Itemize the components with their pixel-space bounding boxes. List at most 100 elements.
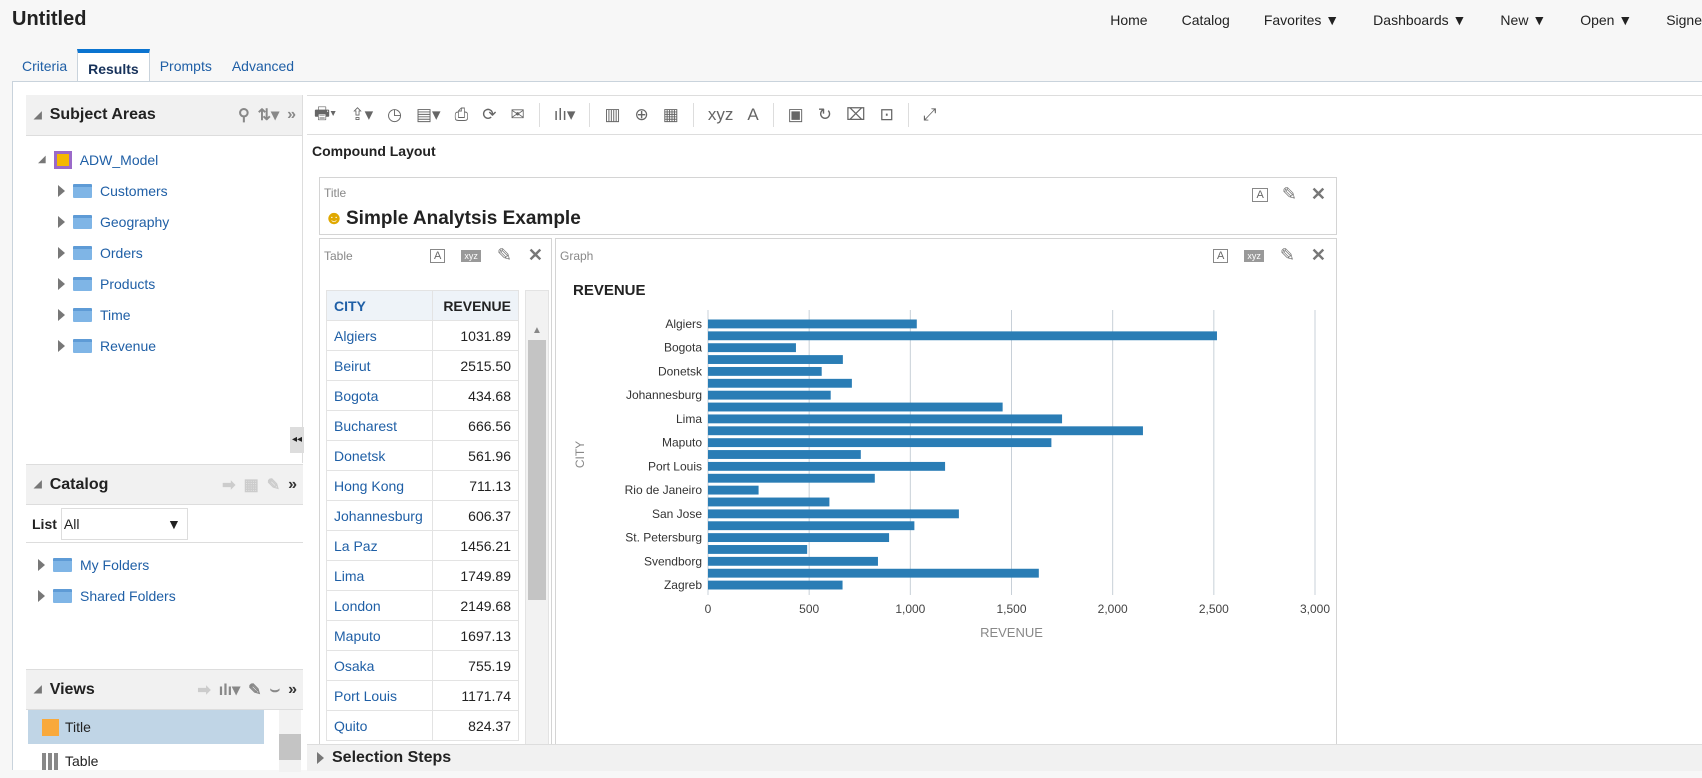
city-cell[interactable]: Hong Kong: [326, 470, 433, 501]
bar[interactable]: [708, 355, 843, 364]
bar[interactable]: [708, 426, 1143, 436]
refresh-icon[interactable]: ⟳: [482, 105, 496, 125]
tab-advanced[interactable]: Advanced: [222, 54, 304, 82]
bar[interactable]: [708, 414, 1063, 424]
expand-panel-icon[interactable]: »: [287, 106, 296, 124]
pencil-icon[interactable]: ✎: [497, 245, 512, 266]
add-table-icon[interactable]: ▦: [663, 105, 679, 125]
tab-criteria[interactable]: Criteria: [12, 54, 77, 82]
bar[interactable]: [708, 473, 875, 483]
selection-steps-bar[interactable]: Selection Steps: [307, 744, 1702, 771]
add-step-icon[interactable]: ▥: [604, 105, 620, 125]
new-view-icon[interactable]: ılı▾: [219, 680, 240, 700]
list-select[interactable]: All ▼: [60, 507, 188, 540]
tree-item[interactable]: Customers: [38, 175, 302, 206]
close-icon[interactable]: ✕: [528, 245, 543, 266]
expand-icon[interactable]: [38, 558, 45, 571]
format-view-icon[interactable]: xyz: [461, 249, 481, 262]
bar[interactable]: [708, 533, 890, 543]
remove-icon[interactable]: ⌧: [846, 105, 866, 125]
tree-item[interactable]: Time: [38, 299, 302, 330]
view-item[interactable]: Title: [28, 710, 264, 744]
tree-item[interactable]: Revenue: [38, 330, 302, 361]
chart-icon[interactable]: ⤢: [923, 105, 937, 125]
schedule-icon[interactable]: ◷: [387, 105, 402, 125]
expand-icon[interactable]: [58, 246, 65, 259]
expand-panel-icon[interactable]: »: [288, 476, 297, 494]
bar[interactable]: [708, 461, 946, 471]
tree-item[interactable]: Shared Folders: [38, 580, 303, 611]
nav-link[interactable]: Dashboards ▼: [1373, 12, 1466, 28]
table-scrollbar[interactable]: ▲: [525, 290, 549, 760]
arrow-right-icon[interactable]: ➡: [197, 680, 210, 700]
bar[interactable]: [708, 497, 830, 507]
city-cell[interactable]: Algiers: [326, 320, 433, 351]
nav-link[interactable]: Signe: [1666, 12, 1702, 28]
sort-icon[interactable]: ⇅▾: [258, 105, 279, 125]
text-icon[interactable]: A: [747, 105, 758, 125]
pencil-icon[interactable]: ✎: [267, 475, 280, 495]
tree-root[interactable]: ◢ ADW_Model: [38, 144, 302, 175]
collapse-icon[interactable]: ◢: [34, 110, 42, 121]
expand-icon[interactable]: [38, 589, 45, 602]
insert-icon[interactable]: ▣: [788, 105, 804, 125]
remove-view-icon[interactable]: ⌣: [270, 681, 281, 699]
city-cell[interactable]: Osaka: [326, 650, 433, 681]
city-cell[interactable]: Beirut: [326, 350, 433, 381]
bar[interactable]: [708, 390, 831, 400]
bar[interactable]: [708, 485, 759, 495]
bar[interactable]: [708, 450, 861, 459]
bar[interactable]: [708, 556, 878, 566]
search-icon[interactable]: ⚲: [238, 105, 250, 125]
collapse-icon[interactable]: ◢: [34, 479, 42, 490]
bar[interactable]: [708, 366, 822, 376]
expand-icon[interactable]: [58, 277, 65, 290]
city-cell[interactable]: Maputo: [326, 620, 433, 651]
format-text-icon[interactable]: A: [429, 248, 446, 263]
city-cell[interactable]: La Paz: [326, 530, 433, 561]
bar[interactable]: [708, 343, 796, 353]
city-cell[interactable]: Bogota: [326, 380, 433, 411]
bar[interactable]: [708, 568, 1039, 578]
pencil-icon[interactable]: ✎: [248, 680, 261, 700]
format-view-icon[interactable]: xyz: [708, 105, 734, 125]
add-icon[interactable]: ⊕: [635, 105, 649, 125]
nav-link[interactable]: Catalog: [1182, 12, 1230, 28]
expand-icon[interactable]: [58, 339, 65, 352]
tab-results[interactable]: Results: [77, 49, 150, 82]
save-icon[interactable]: ▤▾: [416, 105, 441, 125]
bar[interactable]: [708, 402, 1003, 412]
merge-icon[interactable]: ⊡: [880, 105, 894, 125]
format-text-icon[interactable]: A: [1252, 187, 1268, 202]
bar[interactable]: [708, 509, 959, 519]
bar[interactable]: [708, 331, 1217, 341]
email-icon[interactable]: ✉: [510, 105, 524, 125]
bar[interactable]: [708, 545, 808, 554]
city-cell[interactable]: London: [326, 590, 433, 621]
bar[interactable]: [708, 378, 852, 388]
collapse-icon[interactable]: ◢: [34, 684, 42, 695]
export-icon[interactable]: ⇪▾: [350, 105, 373, 125]
city-cell[interactable]: Bucharest: [326, 410, 433, 441]
tree-item[interactable]: Products: [38, 268, 302, 299]
pencil-icon[interactable]: ✎: [1282, 184, 1297, 205]
nav-link[interactable]: Home: [1110, 12, 1147, 28]
tree-item[interactable]: My Folders: [38, 549, 303, 580]
bar[interactable]: [708, 521, 915, 531]
city-cell[interactable]: Lima: [326, 560, 433, 591]
view-item[interactable]: Table: [28, 744, 264, 778]
expand-icon[interactable]: [58, 184, 65, 197]
nav-link[interactable]: Open ▼: [1580, 12, 1632, 28]
close-icon[interactable]: ✕: [1311, 184, 1326, 205]
expand-panel-icon[interactable]: »: [288, 681, 297, 699]
refresh-data-icon[interactable]: ⎙: [455, 105, 469, 125]
nav-link[interactable]: Favorites ▼: [1264, 12, 1339, 28]
new-view-icon[interactable]: ılı▾: [554, 105, 576, 125]
column-header-revenue[interactable]: REVENUE: [432, 290, 519, 321]
nav-link[interactable]: New ▼: [1500, 12, 1546, 28]
print-icon[interactable]: 🖶▾: [314, 101, 336, 130]
tree-item[interactable]: Geography: [38, 206, 302, 237]
arrow-right-icon[interactable]: ➡: [222, 475, 235, 495]
expand-icon[interactable]: [58, 308, 65, 321]
expand-icon[interactable]: [58, 215, 65, 228]
